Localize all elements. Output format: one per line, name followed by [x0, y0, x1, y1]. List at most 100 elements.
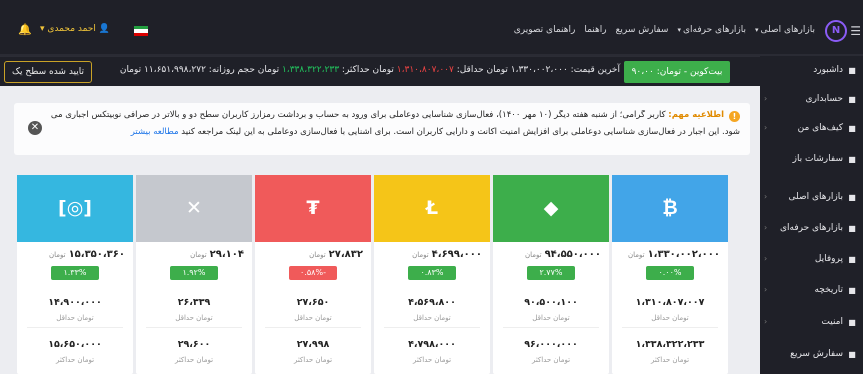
nav-quick-order[interactable]: سفارش سریع: [616, 25, 669, 35]
coin-max-label: تومان حداکثر: [55, 356, 95, 364]
coin-min-label: تومان حداقل: [294, 314, 332, 322]
coin-card-ripple[interactable]: ✕ ۲۹،۱۰۴تومان ۱.۹۲% ۲۶،۳۳۹ تومان حداقل ۲…: [136, 175, 252, 374]
coin-max-value: ۴،۷۹۸،۰۰۰: [408, 339, 456, 350]
sidebar-item-history[interactable]: ■ تاریخچه ‹: [760, 280, 863, 304]
sidebar-item-profile[interactable]: ■ پروفایل ‹: [760, 249, 863, 273]
sidebar-item-wallets[interactable]: ■ کیف‌های من ‹: [760, 118, 863, 142]
chevron-left-icon: ‹: [764, 254, 768, 263]
bell-icon[interactable]: 🔔: [18, 23, 32, 36]
warning-icon: !: [729, 111, 740, 122]
change-badge: ۱.۹۲%: [170, 266, 218, 280]
nav-guide[interactable]: راهنما: [584, 25, 606, 35]
coin-card-litecoin[interactable]: Ł ۴،۶۹۹،۰۰۰تومان ۰.۸۳% ۴،۵۶۹،۸۰۰ تومان ح…: [374, 175, 490, 374]
coin-max-value: ۱۵،۶۵۰،۰۰۰: [48, 339, 102, 350]
change-badge: ۰.۸۳%: [408, 266, 456, 280]
coin-price: ۲۹،۱۰۴: [209, 249, 244, 260]
change-badge: ۱.۳۳%: [51, 266, 99, 280]
coin-price: ۲۷،۸۳۲: [328, 249, 363, 260]
divider: [265, 327, 361, 328]
coin-card-header: Ł: [374, 175, 490, 242]
coin-price: ۱،۳۳۰،۰۰۲،۰۰۰: [647, 249, 720, 260]
user-name: احمد محمدی: [47, 24, 96, 34]
chevron-left-icon: ‹: [764, 285, 768, 294]
coin-min-value: ۱،۳۱۰،۸۰۷،۰۰۷: [635, 297, 705, 308]
coin-min-label: تومان حداقل: [651, 314, 689, 322]
coin-price: ۱۵،۳۵۰،۳۶۰: [68, 249, 125, 260]
coin-card-header: ₮: [255, 175, 371, 242]
price-bar: تایید شده سطح یک آخرین قیمت: ۱،۳۳۰،۰۰۲،۰…: [0, 56, 760, 86]
alert-title: اطلاعیه مهم:: [668, 110, 724, 120]
alert-text-line2: شود. این اجبار در فعال‌سازی شناسایی دوعا…: [181, 127, 740, 137]
markets-icon: ■: [848, 193, 856, 202]
sidebar-item-accounting[interactable]: ■ حسابداری ‹: [760, 89, 863, 113]
change-badge: ۰.۰۰%: [646, 266, 694, 280]
coin-max-value: ۱،۳۳۸،۳۲۲،۲۳۳: [635, 339, 705, 350]
sidebar-item-security[interactable]: ■ امنیت ‹: [760, 312, 863, 336]
coin-max-label: تومان حداکثر: [293, 356, 333, 364]
change-badge: -۰.۵۸%: [289, 266, 337, 280]
quick-order-icon: ■: [848, 350, 856, 359]
coin-min-value: ۹۰،۵۰۰،۱۰۰: [524, 297, 578, 308]
coin-max-value: ۲۹،۶۰۰: [177, 339, 211, 350]
announcement-alert: ! اطلاعیه مهم: کاربر گرامی؛ از شنبه هفته…: [14, 103, 750, 155]
nav-visual-guide[interactable]: راهنمای تصویری: [514, 25, 576, 35]
chevron-left-icon: ‹: [764, 317, 768, 326]
wallet-icon: ■: [848, 124, 856, 133]
nav-main-markets[interactable]: بازارهای اصلی▾: [755, 25, 815, 35]
nobitex-logo[interactable]: N: [825, 20, 847, 42]
coin-card-header: [◎]: [17, 175, 133, 242]
orders-icon: ■: [848, 155, 856, 164]
divider: [622, 327, 718, 328]
hamburger-icon[interactable]: ☰: [850, 24, 861, 38]
coin-min-label: تومان حداقل: [175, 314, 213, 322]
coin-max-label: تومان حداکثر: [174, 356, 214, 364]
close-icon[interactable]: ✕: [28, 121, 42, 135]
sidebar-item-main-markets[interactable]: ■ بازارهای اصلی ‹: [760, 187, 863, 211]
accounting-icon: ■: [848, 95, 856, 104]
coin-min-value: ۱۴،۹۰۰،۰۰۰: [48, 297, 102, 308]
nav-pro-markets[interactable]: بازارهای حرفه‌ای▾: [677, 25, 746, 35]
bitcoin-icon: ₿: [662, 197, 678, 219]
user-menu[interactable]: 👤 احمد محمدی ▾: [40, 24, 110, 34]
history-icon: ■: [848, 286, 856, 295]
sidebar-item-open-orders[interactable]: ■ سفارشات باز: [760, 149, 863, 173]
coin-card-bitcoin[interactable]: ₿ ۱،۳۳۰،۰۰۲،۰۰۰تومان ۰.۰۰% ۱،۳۱۰،۸۰۷،۰۰۷…: [612, 175, 728, 374]
coin-card-header: ✕: [136, 175, 252, 242]
tether-icon: ₮: [306, 197, 320, 219]
user-icon: 👤: [98, 24, 110, 34]
sidebar-item-pro-markets[interactable]: ■ بازارهای حرفه‌ای ‹: [760, 218, 863, 242]
iran-flag-icon[interactable]: [134, 26, 148, 36]
divider: [27, 327, 123, 328]
coin-max-label: تومان حداکثر: [650, 356, 690, 364]
pro-markets-icon: ■: [848, 224, 856, 233]
coin-min-value: ۴،۵۶۹،۸۰۰: [408, 297, 456, 308]
verified-level-button[interactable]: تایید شده سطح یک: [4, 61, 92, 83]
chevron-left-icon: ‹: [764, 123, 768, 132]
divider: [146, 327, 242, 328]
ethereum-icon: ◆: [543, 197, 559, 219]
top-navbar: ☰ N بازارهای اصلی▾ بازارهای حرفه‌ای▾ سفا…: [0, 0, 863, 56]
bitcoin-cash-icon: [◎]: [58, 197, 92, 219]
alert-text-line1: کاربر گرامی؛ از شنبه هفته دیگر (۱۰ مهر ۱…: [50, 110, 666, 120]
chevron-left-icon: ‹: [764, 192, 768, 201]
divider: [384, 327, 480, 328]
top-nav-menu: بازارهای اصلی▾ بازارهای حرفه‌ای▾ سفارش س…: [514, 25, 815, 35]
ripple-icon: ✕: [186, 197, 202, 219]
coin-min-label: تومان حداقل: [532, 314, 570, 322]
read-more-link[interactable]: مطالعه بیشتر: [131, 127, 179, 137]
coin-card-ethereum[interactable]: ◆ ۹۴،۵۵۰،۰۰۰تومان ۲.۷۷% ۹۰،۵۰۰،۱۰۰ تومان…: [493, 175, 609, 374]
profile-icon: ■: [848, 255, 856, 264]
main-content: تایید شده سطح یک آخرین قیمت: ۱،۳۳۰،۰۰۲،۰…: [0, 56, 760, 374]
dashboard-icon: ■: [848, 66, 856, 75]
coin-card-bitcoin-cash[interactable]: [◎] ۱۵،۳۵۰،۳۶۰تومان ۱.۳۳% ۱۴،۹۰۰،۰۰۰ توم…: [17, 175, 133, 374]
market-ticker-badge[interactable]: بیت‌کوین - تومان: ۹۰،۰۰: [624, 61, 730, 83]
divider: [503, 327, 599, 328]
sidebar: ■ داشبورد ■ حسابداری ‹ ■ کیف‌های من ‹ ■ سفارشا…: [760, 56, 863, 374]
coin-card-tether[interactable]: ₮ ۲۷،۸۳۲تومان -۰.۵۸% ۲۷،۶۵۰ تومان حداقل …: [255, 175, 371, 374]
coin-card-header: ₿: [612, 175, 728, 242]
coin-min-value: ۲۷،۶۵۰: [296, 297, 330, 308]
sidebar-item-dashboard[interactable]: ■ داشبورد: [760, 60, 863, 84]
litecoin-icon: Ł: [425, 197, 439, 219]
sidebar-item-quick-order[interactable]: ■ سفارش سریع: [760, 344, 863, 368]
chevron-down-icon: ▾: [40, 24, 45, 34]
